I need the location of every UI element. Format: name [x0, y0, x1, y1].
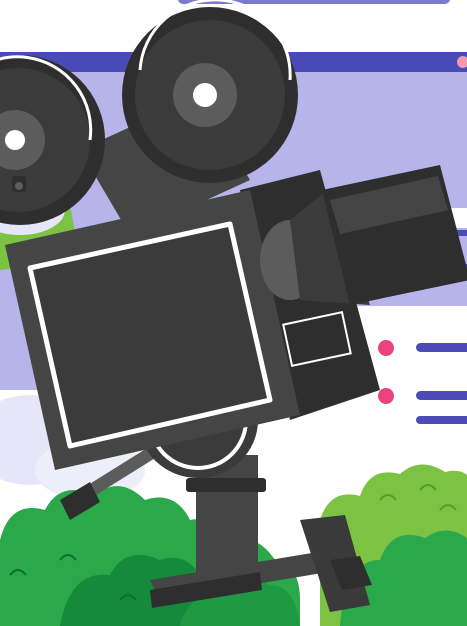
list-line-1 — [416, 343, 467, 352]
stand-collar — [186, 478, 266, 492]
film-camera-illustration — [0, 0, 467, 626]
list-bullet-1 — [378, 340, 394, 356]
list-line-3 — [416, 416, 467, 424]
reel-left-pin-dot — [15, 182, 23, 190]
list-line-2 — [416, 391, 467, 400]
reel-left-hole — [5, 130, 25, 150]
list-bullet-2 — [378, 388, 394, 404]
reel-right-hole — [193, 83, 217, 107]
illustration-stage — [0, 0, 467, 626]
